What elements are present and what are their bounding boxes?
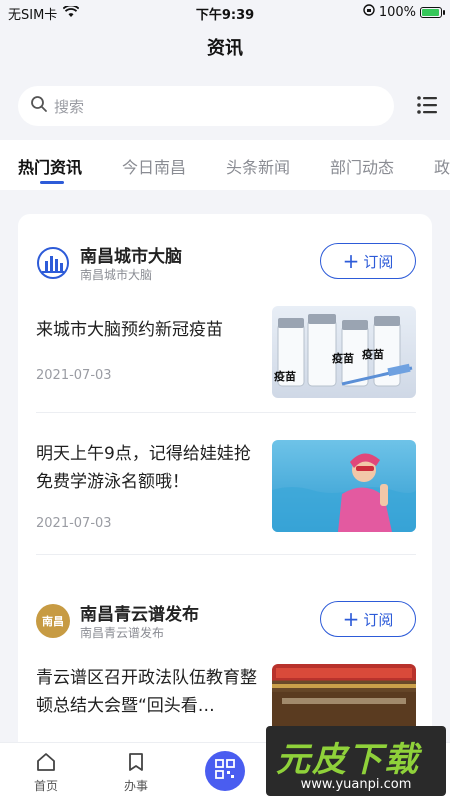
bookmark-icon [106,751,166,773]
tabbar-tasks-label: 办事 [123,779,148,793]
rotation-lock-icon [363,4,375,20]
watermark-logo: 元皮下载 www.yuanpi.com [266,726,446,796]
city-brain-logo-icon [36,246,70,280]
swimming-thumbnail [272,440,416,532]
tab-headlines[interactable]: 头条新闻 [226,154,290,178]
tab-department-news[interactable]: 部门动态 [330,154,394,178]
thumb-label: 疫苗 [332,352,354,365]
page-title: 资讯 [207,38,243,59]
plus-icon: + [342,249,360,273]
search-icon [30,95,48,117]
divider [36,412,416,413]
tab-politics[interactable]: 政 [434,154,450,178]
article-title: 青云谱区召开政法队伍教育整顿总结大会暨“回头看… [36,668,257,716]
tabbar-home[interactable]: 首页 [16,751,76,794]
divider [36,554,416,555]
home-icon [16,751,76,773]
channel-subtitle: 南昌青云谱发布 [80,626,165,640]
battery-percent: 100% [378,4,416,20]
vaccine-thumbnail: 疫苗 疫苗 疫苗 [272,306,416,398]
battery-icon [420,6,445,18]
subscribe-button[interactable]: + 订阅 [320,601,416,637]
qr-code-icon [214,758,236,784]
news-article[interactable]: 明天上午9点，记得给娃娃抢免费学游泳名额哦！ 2021-07-03 [36,440,416,532]
search-input[interactable]: 搜索 [18,86,394,126]
article-date: 2021-07-03 [36,368,112,383]
tabbar-tasks[interactable]: 办事 [106,751,166,794]
qingyunpu-logo-icon: 南昌 [36,604,70,638]
category-list-icon[interactable] [416,94,438,116]
article-date: 2021-07-03 [36,516,112,531]
news-article[interactable]: 来城市大脑预约新冠疫苗 2021-07-03 疫苗 疫苗 疫苗 [36,306,416,398]
subscribe-button[interactable]: + 订阅 [320,243,416,279]
channel-header[interactable]: 南昌 南昌青云谱发布 南昌青云谱发布 + 订阅 [36,598,416,648]
active-tab-indicator [40,181,64,184]
watermark-url: www.yuanpi.com [300,777,412,792]
search-placeholder: 搜索 [54,97,85,116]
category-tabs: 热门资讯 今日南昌 头条新闻 部门动态 政 [0,140,450,190]
news-feed-card: 南昌城市大脑 南昌城市大脑 + 订阅 来城市大脑预约新冠疫苗 2021-07-0… [18,214,432,754]
channel-subtitle: 南昌城市大脑 [80,268,153,282]
tabbar-home-label: 首页 [33,779,58,793]
thumb-label: 疫苗 [274,370,296,383]
channel-header[interactable]: 南昌城市大脑 南昌城市大脑 + 订阅 [36,240,416,290]
channel-name: 南昌青云谱发布 [80,605,199,625]
subscribe-label: 订阅 [363,252,394,271]
subscribe-label: 订阅 [363,610,394,629]
article-title: 来城市大脑预约新冠疫苗 [36,320,223,340]
thumb-label: 疫苗 [362,348,384,361]
logo-text: 南昌 [42,615,64,628]
tab-today-nanchang[interactable]: 今日南昌 [122,154,186,178]
article-title: 明天上午9点，记得给娃娃抢免费学游泳名额哦！ [36,444,251,492]
qr-scan-button[interactable] [205,751,245,791]
watermark-text: 元皮下载 [276,740,420,780]
plus-icon: + [342,607,360,631]
channel-name: 南昌城市大脑 [80,247,182,267]
tab-hot-news[interactable]: 热门资讯 [18,154,82,178]
status-bar: 无SIM卡 下午9:39 100% [0,0,450,26]
search-row: 搜索 [18,86,438,126]
